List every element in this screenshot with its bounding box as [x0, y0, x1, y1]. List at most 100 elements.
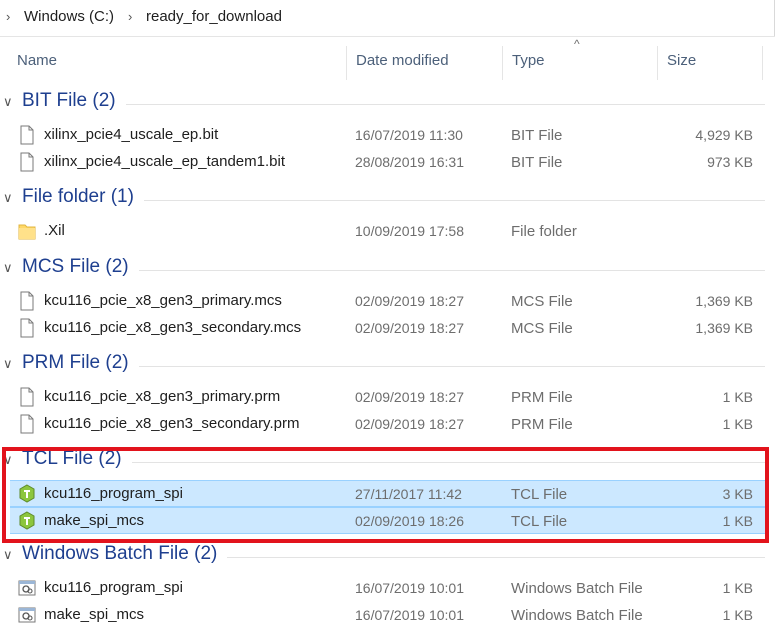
- file-name: .Xil: [44, 222, 65, 239]
- file-date-modified: 10/09/2019 17:58: [355, 223, 464, 239]
- breadcrumb-folder[interactable]: ready_for_download: [146, 8, 282, 25]
- file-row[interactable]: kcu116_pcie_x8_gen3_secondary.prm 02/09/2…: [10, 411, 765, 437]
- group-header[interactable]: ∨ Windows Batch File (2): [0, 541, 775, 571]
- file-row[interactable]: kcu116_pcie_x8_gen3_primary.mcs 02/09/201…: [10, 288, 765, 314]
- column-name[interactable]: Name: [17, 52, 57, 69]
- file-date-modified: 02/09/2019 18:27: [355, 293, 464, 309]
- file-icon: [18, 125, 36, 145]
- file-name: kcu116_pcie_x8_gen3_secondary.prm: [44, 415, 300, 432]
- file-type: Windows Batch File: [511, 607, 643, 624]
- group-divider: [227, 557, 765, 558]
- file-name: make_spi_mcs: [44, 512, 145, 529]
- column-size[interactable]: Size: [667, 52, 696, 69]
- chevron-right-icon[interactable]: ›: [6, 9, 10, 24]
- file-name: make_spi_mcs: [44, 606, 145, 623]
- file-icon: [18, 387, 36, 407]
- file-row[interactable]: xilinx_pcie4_uscale_ep.bit 16/07/2019 11:…: [10, 122, 765, 148]
- file-date-modified: 16/07/2019 11:30: [355, 127, 463, 143]
- batch-icon: [18, 605, 36, 625]
- file-date-modified: 27/11/2017 11:42: [355, 486, 462, 502]
- address-bar[interactable]: › Windows (C:) › ready_for_download: [0, 0, 775, 37]
- file-size: 1,369 KB: [695, 293, 753, 309]
- group-header[interactable]: ∨ BIT File (2): [0, 88, 775, 118]
- file-size: 4,929 KB: [695, 127, 753, 143]
- group-title: File folder (1): [22, 186, 134, 207]
- chevron-down-icon[interactable]: ∨: [3, 547, 13, 563]
- file-name: xilinx_pcie4_uscale_ep_tandem1.bit: [44, 153, 285, 170]
- file-icon: [18, 291, 36, 311]
- chevron-down-icon[interactable]: ∨: [3, 452, 13, 468]
- file-name: kcu116_program_spi: [44, 579, 183, 596]
- group-title: MCS File (2): [22, 256, 129, 277]
- column-divider[interactable]: [762, 46, 763, 80]
- file-date-modified: 16/07/2019 10:01: [355, 607, 464, 623]
- file-size: 1 KB: [722, 389, 753, 405]
- file-type: BIT File: [511, 127, 563, 144]
- chevron-down-icon[interactable]: ∨: [3, 260, 13, 276]
- file-size: 1 KB: [722, 580, 753, 596]
- file-date-modified: 02/09/2019 18:27: [355, 389, 464, 405]
- file-icon: [18, 152, 36, 172]
- file-type: PRM File: [511, 416, 573, 433]
- file-type: MCS File: [511, 320, 573, 337]
- group-title: BIT File (2): [22, 90, 116, 111]
- group-header[interactable]: ∨ PRM File (2): [0, 350, 775, 380]
- file-name: kcu116_pcie_x8_gen3_secondary.mcs: [44, 319, 302, 336]
- group-title: Windows Batch File (2): [22, 543, 218, 564]
- file-row[interactable]: kcu116_pcie_x8_gen3_secondary.mcs 02/09/2…: [10, 315, 765, 341]
- group-title: PRM File (2): [22, 352, 129, 373]
- file-type: TCL File: [511, 513, 568, 530]
- group-divider: [138, 366, 765, 367]
- file-row[interactable]: make_spi_mcs 16/07/2019 10:01 Windows Batc…: [10, 602, 765, 628]
- group-divider: [143, 200, 765, 201]
- column-header: Name Date modified Type ^ Size: [0, 37, 775, 80]
- file-size: 1 KB: [722, 513, 753, 529]
- file-row[interactable]: kcu116_program_spi 16/07/2019 10:01 Window…: [10, 575, 765, 601]
- file-name: xilinx_pcie4_uscale_ep.bit: [44, 126, 219, 143]
- file-size: 973 KB: [707, 154, 753, 170]
- file-type: BIT File: [511, 154, 563, 171]
- file-row[interactable]: make_spi_mcs 02/09/2019 18:26 TCL File 1 KB: [10, 507, 765, 534]
- chevron-right-icon[interactable]: ›: [128, 9, 132, 24]
- file-name: kcu116_pcie_x8_gen3_primary.prm: [44, 388, 281, 405]
- column-divider[interactable]: [346, 46, 347, 80]
- group-header[interactable]: ∨ TCL File (2): [0, 446, 775, 476]
- file-size: 3 KB: [722, 486, 753, 502]
- file-row[interactable]: kcu116_pcie_x8_gen3_primary.prm 02/09/201…: [10, 384, 765, 410]
- column-divider[interactable]: [657, 46, 658, 80]
- chevron-down-icon[interactable]: ∨: [3, 356, 13, 372]
- chevron-down-icon[interactable]: ∨: [3, 190, 13, 206]
- file-type: File folder: [511, 223, 577, 240]
- file-row[interactable]: xilinx_pcie4_uscale_ep_tandem1.bit 28/08/…: [10, 149, 765, 175]
- file-row[interactable]: kcu116_program_spi 27/11/2017 11:42 TCL Fi…: [10, 480, 765, 507]
- breadcrumb-drive[interactable]: Windows (C:): [24, 8, 114, 25]
- file-type: PRM File: [511, 389, 573, 406]
- group-divider: [131, 462, 765, 463]
- file-icon: [18, 414, 36, 434]
- sort-ascending-icon: ^: [574, 37, 580, 51]
- file-type: Windows Batch File: [511, 580, 643, 597]
- file-name: kcu116_pcie_x8_gen3_primary.mcs: [44, 292, 282, 309]
- column-date-modified[interactable]: Date modified: [356, 52, 449, 69]
- group-title: TCL File (2): [22, 448, 122, 469]
- group-divider: [125, 104, 765, 105]
- folder-icon: [18, 221, 36, 241]
- column-divider[interactable]: [502, 46, 503, 80]
- file-icon: [18, 318, 36, 338]
- group-header[interactable]: ∨ File folder (1): [0, 184, 775, 214]
- file-size: 1 KB: [722, 416, 753, 432]
- group-header[interactable]: ∨ MCS File (2): [0, 254, 775, 284]
- file-date-modified: 02/09/2019 18:27: [355, 416, 464, 432]
- file-type: MCS File: [511, 293, 573, 310]
- batch-icon: [18, 578, 36, 598]
- tcl-icon: [18, 511, 36, 531]
- file-size: 1,369 KB: [695, 320, 753, 336]
- group-divider: [138, 270, 765, 271]
- file-row[interactable]: .Xil 10/09/2019 17:58 File folder: [10, 218, 765, 244]
- chevron-down-icon[interactable]: ∨: [3, 94, 13, 110]
- column-type[interactable]: Type: [512, 52, 545, 69]
- file-date-modified: 02/09/2019 18:26: [355, 513, 464, 529]
- file-size: 1 KB: [722, 607, 753, 623]
- tcl-icon: [18, 484, 36, 504]
- file-date-modified: 02/09/2019 18:27: [355, 320, 464, 336]
